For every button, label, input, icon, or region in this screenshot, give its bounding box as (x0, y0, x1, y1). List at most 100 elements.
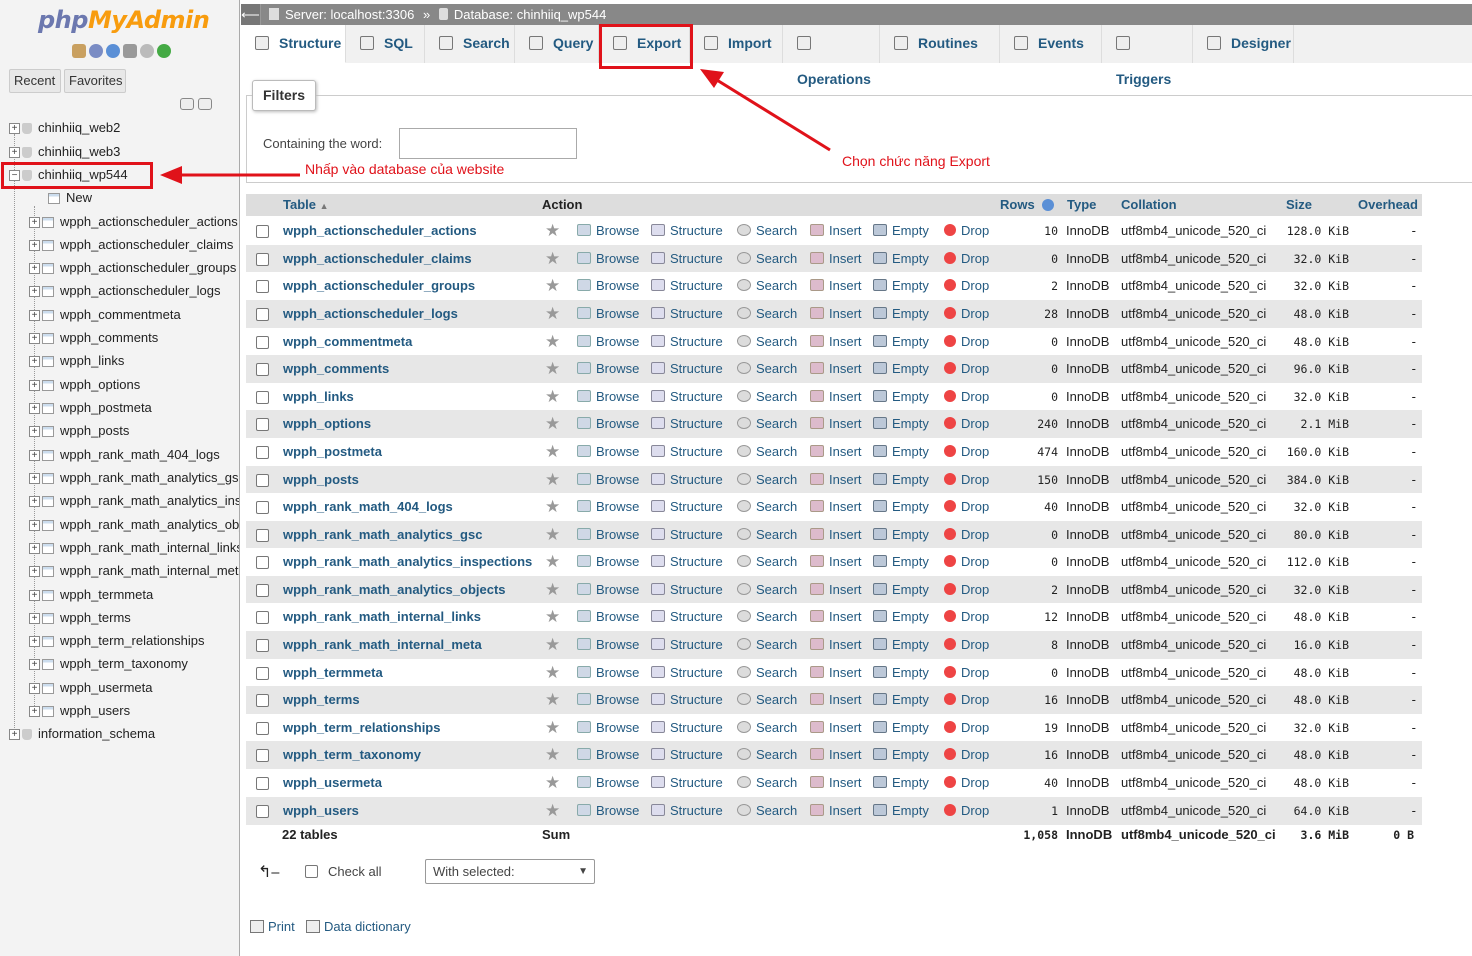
sidebar-table-item[interactable]: + wpph_actionscheduler_groups (29, 258, 236, 278)
table-name-link[interactable]: wpph_term_taxonomy (283, 741, 421, 769)
expand-icon[interactable]: + (29, 590, 40, 602)
with-selected-select[interactable]: With selected: ▼ (425, 859, 595, 884)
action-search[interactable]: Search (737, 383, 797, 411)
action-search[interactable]: Search (737, 272, 797, 300)
table-name-link[interactable]: wpph_postmeta (283, 438, 382, 466)
action-structure[interactable]: Structure (651, 466, 723, 494)
check-all-label[interactable]: Check all (328, 864, 381, 879)
tab-import[interactable]: Import (690, 25, 783, 63)
action-search[interactable]: Search (737, 217, 797, 245)
favorite-star-icon[interactable]: ★ (545, 466, 560, 494)
action-browse[interactable]: Browse (577, 603, 639, 631)
action-browse[interactable]: Browse (577, 797, 639, 825)
expand-icon[interactable]: + (29, 566, 40, 578)
action-drop[interactable]: Drop (944, 741, 989, 769)
row-size[interactable]: 160.0 KiB (1282, 438, 1349, 466)
action-search[interactable]: Search (737, 328, 797, 356)
action-search[interactable]: Search (737, 300, 797, 328)
expand-icon[interactable]: + (29, 659, 40, 671)
sidebar-table-item[interactable]: + wpph_links (29, 351, 124, 371)
action-drop[interactable]: Drop (944, 631, 989, 659)
action-structure[interactable]: Structure (651, 272, 723, 300)
sidebar-table-item[interactable]: + wpph_term_taxonomy (29, 654, 188, 674)
action-browse[interactable]: Browse (577, 245, 639, 273)
row-checkbox[interactable] (256, 474, 269, 487)
favorite-star-icon[interactable]: ★ (545, 493, 560, 521)
table-name-link[interactable]: wpph_actionscheduler_claims (283, 245, 472, 273)
favorite-star-icon[interactable]: ★ (545, 438, 560, 466)
action-search[interactable]: Search (737, 355, 797, 383)
collapse-nav-icon[interactable]: ⟵ (241, 4, 261, 25)
sidebar-table-item[interactable]: + wpph_actionscheduler_actions (29, 212, 238, 232)
action-drop[interactable]: Drop (944, 493, 989, 521)
action-empty[interactable]: Empty (873, 245, 929, 273)
row-checkbox[interactable] (256, 749, 269, 762)
expand-icon[interactable]: + (29, 706, 40, 718)
action-empty[interactable]: Empty (873, 548, 929, 576)
action-structure[interactable]: Structure (651, 659, 723, 687)
action-browse[interactable]: Browse (577, 686, 639, 714)
action-insert[interactable]: Insert (810, 300, 862, 328)
action-drop[interactable]: Drop (944, 300, 989, 328)
expand-icon[interactable]: + (29, 613, 40, 625)
expand-icon[interactable]: + (29, 310, 40, 322)
row-checkbox[interactable] (256, 225, 269, 238)
action-insert[interactable]: Insert (810, 741, 862, 769)
action-drop[interactable]: Drop (944, 603, 989, 631)
row-checkbox[interactable] (256, 722, 269, 735)
table-name-link[interactable]: wpph_rank_math_404_logs (283, 493, 453, 521)
row-checkbox[interactable] (256, 280, 269, 293)
sidebar-table-item[interactable]: + wpph_options (29, 375, 140, 395)
favorite-star-icon[interactable]: ★ (545, 603, 560, 631)
row-checkbox[interactable] (256, 529, 269, 542)
action-empty[interactable]: Empty (873, 714, 929, 742)
row-size[interactable]: 48.0 KiB (1282, 603, 1349, 631)
action-structure[interactable]: Structure (651, 714, 723, 742)
action-drop[interactable]: Drop (944, 714, 989, 742)
action-structure[interactable]: Structure (651, 493, 723, 521)
action-insert[interactable]: Insert (810, 466, 862, 494)
action-empty[interactable]: Empty (873, 466, 929, 494)
action-empty[interactable]: Empty (873, 272, 929, 300)
sidebar-db-item[interactable]: + chinhiiq_web3 (9, 142, 120, 162)
row-size[interactable]: 112.0 KiB (1282, 548, 1349, 576)
expand-icon[interactable]: + (29, 403, 40, 415)
sidebar-table-item[interactable]: +wpph_rank_math_analytics_inspections (29, 491, 239, 511)
action-structure[interactable]: Structure (651, 300, 723, 328)
expand-icon[interactable]: + (29, 636, 40, 648)
action-empty[interactable]: Empty (873, 300, 929, 328)
action-insert[interactable]: Insert (810, 245, 862, 273)
action-structure[interactable]: Structure (651, 631, 723, 659)
collapse-all-icon[interactable] (180, 98, 194, 110)
favorite-star-icon[interactable]: ★ (545, 410, 560, 438)
action-browse[interactable]: Browse (577, 300, 639, 328)
tab-operations[interactable]: Operations (783, 25, 880, 87)
row-checkbox[interactable] (256, 694, 269, 707)
action-empty[interactable]: Empty (873, 328, 929, 356)
breadcrumb-server[interactable]: Server: localhost:3306 (285, 7, 414, 22)
action-drop[interactable]: Drop (944, 272, 989, 300)
row-checkbox[interactable] (256, 667, 269, 680)
action-drop[interactable]: Drop (944, 245, 989, 273)
row-size[interactable]: 48.0 KiB (1282, 686, 1349, 714)
action-search[interactable]: Search (737, 741, 797, 769)
action-insert[interactable]: Insert (810, 769, 862, 797)
logout-icon[interactable] (89, 44, 103, 58)
col-size[interactable]: Size (1286, 194, 1312, 216)
favorite-star-icon[interactable]: ★ (545, 714, 560, 742)
sidebar-table-item[interactable]: + wpph_users (29, 701, 130, 721)
row-checkbox[interactable] (256, 446, 269, 459)
expand-icon[interactable]: + (29, 286, 40, 298)
row-checkbox[interactable] (256, 501, 269, 514)
favorite-star-icon[interactable]: ★ (545, 769, 560, 797)
favorite-star-icon[interactable]: ★ (545, 383, 560, 411)
row-checkbox[interactable] (256, 253, 269, 266)
action-drop[interactable]: Drop (944, 355, 989, 383)
table-name-link[interactable]: wpph_actionscheduler_logs (283, 300, 458, 328)
row-size[interactable]: 96.0 KiB (1282, 355, 1349, 383)
action-browse[interactable]: Browse (577, 741, 639, 769)
action-insert[interactable]: Insert (810, 521, 862, 549)
action-empty[interactable]: Empty (873, 631, 929, 659)
row-size[interactable]: 48.0 KiB (1282, 328, 1349, 356)
action-insert[interactable]: Insert (810, 686, 862, 714)
